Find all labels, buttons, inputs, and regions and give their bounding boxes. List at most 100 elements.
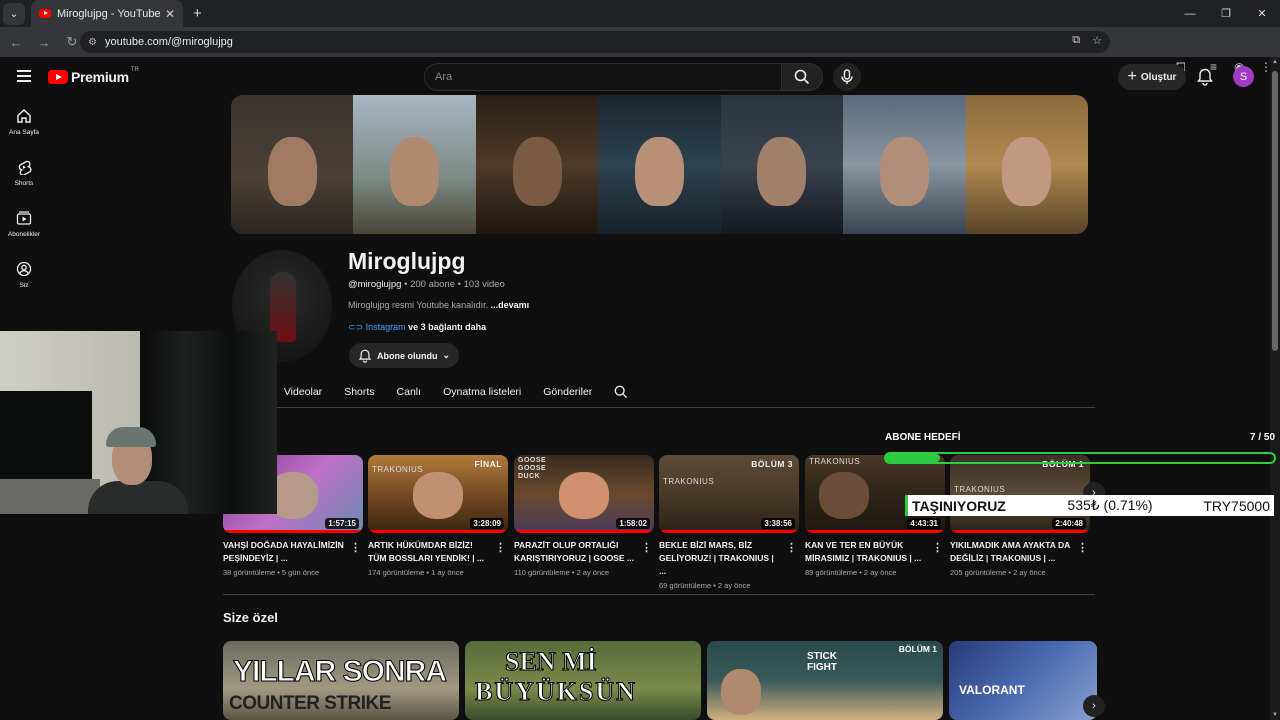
subscribed-label: Abone olundu	[376, 350, 438, 361]
video-duration: 3:38:56	[761, 518, 795, 529]
subscriber-goal-bar	[884, 452, 1276, 464]
site-info-icon[interactable]: ⚙	[88, 37, 97, 48]
video-title[interactable]: BEKLE BİZİ MARS, BİZ GELİYORUZ! | TRAKON…	[659, 539, 783, 578]
banner-panel	[598, 95, 721, 234]
tab-live[interactable]: Canlı	[397, 386, 422, 398]
thumbnail-label: FİNAL	[474, 459, 502, 469]
video-age: 1 ay önce	[431, 568, 464, 577]
sidebar-item-you[interactable]: Siz	[0, 253, 48, 304]
video-views: 110 görüntüleme	[514, 568, 570, 577]
close-window-icon[interactable]: ✕	[1244, 7, 1280, 20]
thumbnail-brand: TRAKONIUS	[954, 485, 1006, 494]
video-card[interactable]: TRAKONIUS BÖLÜM 1 2:40:48 YIKILMADIK AMA…	[950, 455, 1090, 577]
video-card[interactable]: TRAKONIUS 4:43:31 KAN VE TER EN BÜYÜK Mİ…	[805, 455, 945, 577]
search-input[interactable]: Ara	[424, 63, 782, 91]
video-title[interactable]: YIKILMADIK AMA AYAKTA DA DEĞİLİZ | TRAKO…	[950, 539, 1074, 565]
watch-progress	[805, 530, 945, 533]
video-thumbnail[interactable]: YILLAR SONRA COUNTER STRIKE	[223, 641, 459, 720]
video-card[interactable]: GOOSE GOOSE DUCK 1:58:02 PARAZİT OLUP OR…	[514, 455, 654, 577]
chevron-right-icon: ›	[1092, 700, 1096, 712]
video-title[interactable]: KAN VE TER EN BÜYÜK MİRASIMIZ | TRAKONIU…	[805, 539, 929, 565]
video-title[interactable]: VAHŞİ DOĞADA HAYALİMİZİN PEŞİNDEYİZ | ..…	[223, 539, 347, 565]
channel-handle: @miroglujpg	[348, 279, 402, 290]
video-duration: 1:58:02	[616, 518, 650, 529]
back-icon[interactable]: ←	[4, 35, 28, 50]
tab-close-icon[interactable]: ✕	[165, 7, 175, 21]
section-divider	[223, 594, 1095, 595]
ticker-name: TAŞINIYORUZ	[912, 497, 1006, 514]
window-controls: — ❐ ✕	[1172, 0, 1280, 27]
channel-search-icon[interactable]	[614, 385, 628, 399]
forward-icon[interactable]: →	[32, 35, 56, 50]
video-thumbnail[interactable]: SEN Mİ BÜYÜKSÜN	[465, 641, 701, 720]
video-thumbnail[interactable]: STICK FIGHT BÖLÜM 1	[707, 641, 943, 720]
youtube-logo[interactable]: Premium TR	[48, 67, 139, 85]
video-thumbnail[interactable]: TRAKONIUS BÖLÜM 3 3:38:56	[659, 455, 799, 533]
notifications-bell-icon[interactable]	[1197, 68, 1213, 86]
more-actions-icon[interactable]: ⋮	[1077, 541, 1088, 554]
scroll-down-icon[interactable]: ▼	[1272, 712, 1278, 718]
subscribed-button[interactable]: Abone olundu ⌄	[349, 343, 459, 368]
more-actions-icon[interactable]: ⋮	[495, 541, 506, 554]
omnibox[interactable]: ⚙ youtube.com/@miroglujpg ⧉ ☆	[80, 31, 1110, 53]
url-text[interactable]: youtube.com/@miroglujpg	[105, 36, 233, 48]
video-age: 2 ay önce	[863, 568, 897, 577]
scrollbar-thumb[interactable]	[1272, 71, 1278, 351]
shelf-next-button[interactable]: ›	[1083, 695, 1105, 717]
sidebar-item-shorts[interactable]: Shorts	[0, 151, 48, 202]
mini-guide: Ana Sayfa Shorts Abonelikler Siz	[0, 100, 48, 304]
voice-search-button[interactable]	[833, 63, 861, 91]
description-more-link[interactable]: ...devamı	[491, 300, 530, 310]
video-card[interactable]: TRAKONIUS BÖLÜM 3 3:38:56 BEKLE BİZİ MAR…	[659, 455, 799, 590]
channel-tabs: a Videolar Shorts Canlı Oynatma listeler…	[262, 385, 628, 399]
home-icon	[17, 109, 31, 123]
browser-tab[interactable]: Miroglujpg - YouTube ✕	[31, 0, 183, 27]
new-tab-button[interactable]: +	[193, 5, 202, 22]
video-views: 205 görüntüleme	[950, 568, 1007, 577]
tab-search-button[interactable]: ⌄	[3, 2, 25, 25]
video-age: 2 ay önce	[1013, 568, 1046, 577]
video-thumbnail[interactable]: VALORANT	[949, 641, 1097, 720]
restore-icon[interactable]: ❐	[1208, 7, 1244, 20]
search-button[interactable]	[781, 63, 823, 91]
video-thumbnail[interactable]: GOOSE GOOSE DUCK 1:58:02	[514, 455, 654, 533]
tab-posts[interactable]: Gönderiler	[543, 386, 592, 398]
more-actions-icon[interactable]: ⋮	[932, 541, 943, 554]
video-thumbnail[interactable]: TRAKONIUS FİNAL 3:28:09	[368, 455, 508, 533]
more-actions-icon[interactable]: ⋮	[641, 541, 652, 554]
shorts-icon	[18, 160, 32, 175]
account-avatar[interactable]: S	[1233, 66, 1254, 87]
menu-icon[interactable]	[17, 70, 31, 85]
tab-videos[interactable]: Videolar	[284, 386, 322, 398]
tabs-divider	[223, 407, 1095, 408]
channel-links[interactable]: ⊂⊃ Instagram ve 3 bağlantı daha	[348, 322, 486, 333]
more-links[interactable]: ve 3 bağlantı daha	[408, 322, 486, 332]
thumbnail-brand: TRAKONIUS	[809, 457, 861, 466]
video-thumbnail[interactable]: TRAKONIUS BÖLÜM 1 2:40:48	[950, 455, 1090, 533]
video-age: 2 ay önce	[717, 581, 751, 590]
more-actions-icon[interactable]: ⋮	[350, 541, 361, 554]
bookmark-star-icon[interactable]: ☆	[1092, 34, 1102, 47]
video-title[interactable]: PARAZİT OLUP ORTALIĞI KARIŞTIRIYORUZ | G…	[514, 539, 638, 565]
sidebar-item-home[interactable]: Ana Sayfa	[0, 100, 48, 151]
tab-shorts[interactable]: Shorts	[344, 386, 374, 398]
sidebar-item-subscriptions[interactable]: Abonelikler	[0, 202, 48, 253]
instagram-link[interactable]: Instagram	[366, 322, 406, 332]
watch-progress	[223, 530, 363, 533]
more-actions-icon[interactable]: ⋮	[786, 541, 797, 554]
page-scrollbar[interactable]: ▲ ▼	[1270, 57, 1280, 720]
scroll-up-icon[interactable]: ▲	[1272, 59, 1278, 65]
video-card[interactable]: TRAKONIUS FİNAL 3:28:09 ARTIK HÜKÜMDAR B…	[368, 455, 508, 577]
description-text: Miroglujpg resmi Youtube kanalıdır.	[348, 300, 489, 310]
create-button[interactable]: + Oluştur	[1118, 64, 1186, 90]
thumbnail-text: BÜYÜKSÜN	[475, 677, 637, 707]
webcam-overlay	[0, 331, 277, 514]
tab-playlists[interactable]: Oynatma listeleri	[443, 386, 521, 398]
video-thumbnail[interactable]: TRAKONIUS 4:43:31	[805, 455, 945, 533]
video-title[interactable]: ARTIK HÜKÜMDAR BİZİZ! TÜM BOSSLARI YENDİ…	[368, 539, 492, 565]
channel-description[interactable]: Miroglujpg resmi Youtube kanalıdır. ...d…	[348, 300, 529, 310]
tab-title: Miroglujpg - YouTube	[57, 7, 161, 20]
minimize-icon[interactable]: —	[1172, 8, 1208, 20]
subscriber-goal-title: ABONE HEDEFİ	[885, 432, 961, 443]
install-app-icon[interactable]: ⧉	[1072, 34, 1080, 47]
